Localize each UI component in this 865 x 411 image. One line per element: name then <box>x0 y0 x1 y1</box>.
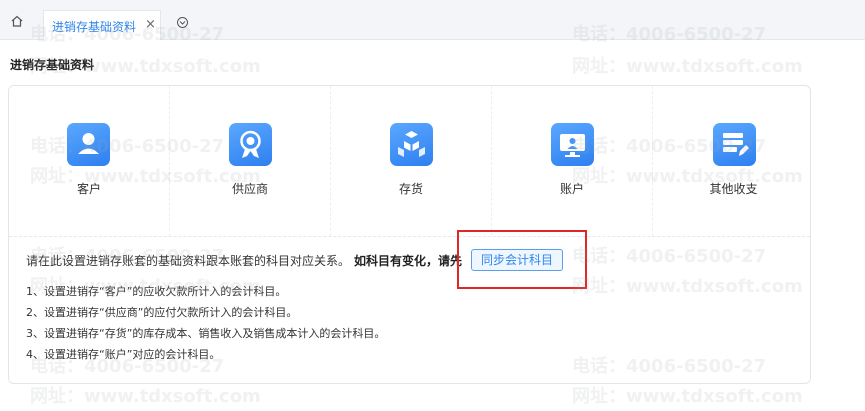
list-item: 2、设置进销存“供应商”的应付欠款所计入的会计科目。 <box>26 306 298 319</box>
watermark-site: 网址：www.tdxsoft.com <box>30 386 261 407</box>
list-item: 3、设置进销存“存货”的库存成本、销售收入及销售成本计入的会计科目。 <box>26 327 386 340</box>
list-item: 4、设置进销存“账户”对应的会计科目。 <box>26 348 221 361</box>
notice-emphasis: 如科目有变化，请先 <box>354 254 463 268</box>
supplier-icon <box>229 123 272 166</box>
step-list: 1、设置进销存“客户”的应收欠款所计入的会计科目。 2、设置进销存“供应商”的应… <box>26 284 385 368</box>
highlight-box <box>457 230 587 289</box>
module-customer[interactable]: 客户 <box>9 86 170 236</box>
module-label: 其他收支 <box>709 182 758 196</box>
module-account[interactable]: 账户 <box>492 86 653 236</box>
watermark-site: 网址：www.tdxsoft.com <box>572 56 803 77</box>
module-label: 账户 <box>559 182 584 196</box>
home-icon[interactable] <box>10 14 24 28</box>
list-item: 1、设置进销存“客户”的应收欠款所计入的会计科目。 <box>26 285 287 298</box>
module-label: 存货 <box>398 182 423 196</box>
module-label: 客户 <box>76 182 101 196</box>
tab-label: 进销存基础资料 <box>52 20 137 34</box>
module-row: 客户 供应商 存货 账户 其他收支 <box>9 86 810 237</box>
module-supplier[interactable]: 供应商 <box>170 86 331 236</box>
notice-text: 请在此设置进销存账套的基础资料跟本账套的科目对应关系。 <box>26 254 351 268</box>
close-icon[interactable]: × <box>145 17 156 32</box>
inventory-icon <box>390 123 433 166</box>
module-inventory[interactable]: 存货 <box>331 86 492 236</box>
module-other-income-expense[interactable]: 其他收支 <box>653 86 814 236</box>
tab-inventory-basic-data[interactable]: 进销存基础资料 × <box>43 10 161 40</box>
account-icon <box>551 123 594 166</box>
tab-bar: 进销存基础资料 × <box>0 0 865 40</box>
other-income-expense-icon <box>713 123 756 166</box>
page-title: 进销存基础资料 <box>10 58 95 72</box>
chevron-down-icon[interactable] <box>177 17 188 28</box>
customer-icon <box>67 123 110 166</box>
watermark-site: 网址：www.tdxsoft.com <box>572 386 803 407</box>
module-label: 供应商 <box>231 182 268 196</box>
